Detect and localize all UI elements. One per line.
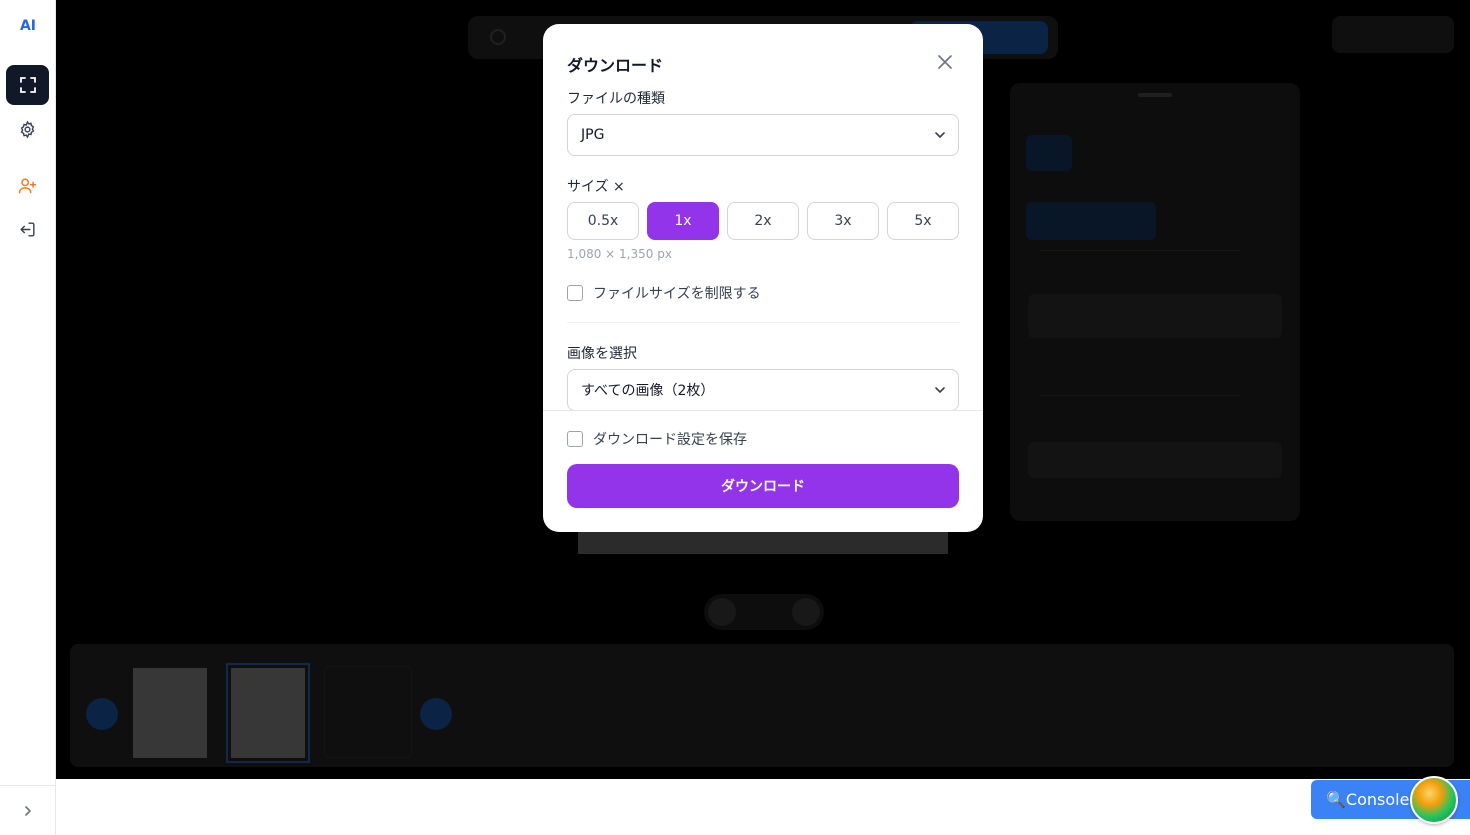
checkbox[interactable] [567, 285, 583, 301]
limit-file-size-checkbox[interactable]: ファイルサイズを制限する [567, 283, 761, 303]
close-icon [938, 55, 952, 69]
save-settings-checkbox[interactable]: ダウンロード設定を保存 [567, 429, 747, 449]
chevron-down-icon [935, 132, 945, 139]
chevron-down-icon [935, 387, 945, 394]
console-label: 🔍Console [1326, 790, 1410, 809]
footer-divider [543, 410, 983, 411]
gear-icon [20, 119, 35, 139]
chevron-right-icon [25, 805, 32, 816]
download-modal: ダウンロード ファイルの種類 JPG サイズ × 0.5x 1x 2x 3x 5… [543, 24, 983, 532]
file-type-label: ファイルの種類 [567, 91, 665, 107]
save-settings-label: ダウンロード設定を保存 [593, 432, 747, 448]
fullscreen-icon [19, 77, 36, 93]
fullscreen-button[interactable] [6, 65, 49, 105]
file-type-value: JPG [581, 127, 605, 143]
sidebar: AI [0, 0, 56, 835]
logout-icon [20, 221, 35, 237]
size-option-1x[interactable]: 1x [647, 202, 719, 240]
close-button[interactable] [933, 52, 957, 72]
app-logo: AI [19, 18, 37, 34]
checkbox[interactable] [567, 431, 583, 447]
logout-button[interactable] [6, 209, 49, 249]
sidebar-expand-button[interactable] [0, 785, 56, 835]
select-images-label: 画像を選択 [567, 346, 637, 362]
settings-button[interactable] [6, 109, 49, 149]
limit-file-size-label: ファイルサイズを制限する [593, 286, 761, 302]
output-dimensions: 1,080 × 1,350 px [567, 247, 672, 261]
modal-title: ダウンロード [567, 56, 664, 75]
size-options: 0.5x 1x 2x 3x 5x [567, 202, 959, 240]
size-option-5x[interactable]: 5x [887, 202, 959, 240]
section-divider [567, 322, 959, 323]
file-type-select[interactable]: JPG [567, 114, 959, 156]
select-images-value: すべての画像（2枚） [581, 383, 715, 399]
size-option-0.5x[interactable]: 0.5x [567, 202, 639, 240]
download-button[interactable]: ダウンロード [567, 464, 959, 508]
select-images-select[interactable]: すべての画像（2枚） [567, 369, 959, 411]
size-label: サイズ × [567, 179, 625, 195]
size-option-2x[interactable]: 2x [727, 202, 799, 240]
add-user-button[interactable] [6, 165, 49, 205]
size-option-3x[interactable]: 3x [807, 202, 879, 240]
assistant-avatar[interactable] [1410, 776, 1458, 824]
user-plus-icon [18, 177, 37, 193]
